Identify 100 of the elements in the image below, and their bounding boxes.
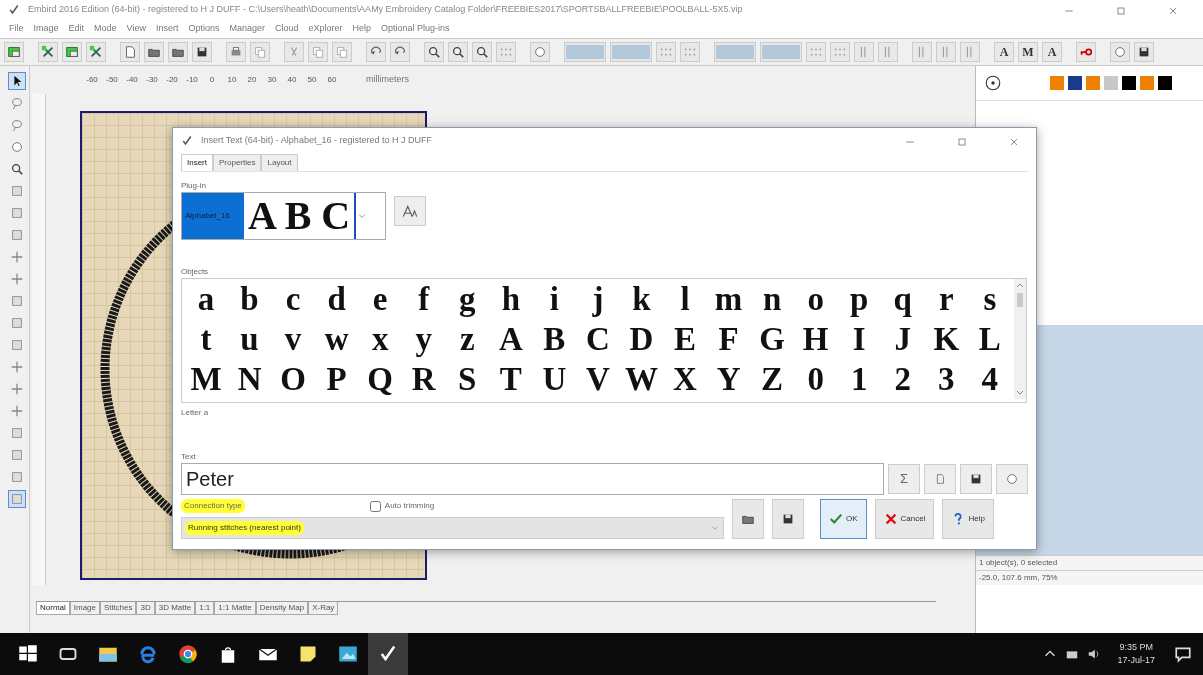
menu-item[interactable]: eXplorer: [303, 22, 348, 36]
font-button[interactable]: [394, 196, 426, 226]
toolbar-button[interactable]: [38, 42, 58, 62]
glyph-item[interactable]: E: [665, 319, 705, 359]
toolbar-button[interactable]: [144, 42, 164, 62]
glyph-item[interactable]: G: [752, 319, 793, 359]
toolbar-button[interactable]: [62, 42, 82, 62]
thread-color-swatch[interactable]: [1104, 76, 1118, 90]
glyph-item[interactable]: r: [926, 279, 967, 319]
toolbar-button[interactable]: [448, 42, 468, 62]
menu-item[interactable]: View: [121, 22, 151, 36]
glyph-item[interactable]: I: [839, 319, 880, 359]
menu-item[interactable]: File: [4, 22, 29, 36]
glyph-item[interactable]: c: [273, 279, 314, 319]
text-input-field[interactable]: Peter: [181, 463, 884, 495]
glyph-item[interactable]: f: [403, 279, 444, 319]
help-button[interactable]: Help: [942, 499, 994, 539]
menu-item[interactable]: Insert: [150, 22, 184, 36]
glyph-item[interactable]: y: [403, 319, 444, 359]
open-button[interactable]: [732, 499, 764, 539]
glyph-item[interactable]: T: [490, 359, 531, 399]
toolbar-button[interactable]: [424, 42, 444, 62]
scrollbar[interactable]: [1014, 279, 1026, 399]
glyph-item[interactable]: 2: [882, 359, 923, 399]
glyph-item[interactable]: P: [316, 359, 357, 399]
thread-color-swatch[interactable]: [1122, 76, 1136, 90]
sum-button[interactable]: Σ: [888, 464, 920, 494]
glyph-item[interactable]: K: [926, 319, 967, 359]
toolbar-button[interactable]: [192, 42, 212, 62]
glyph-item[interactable]: S: [447, 359, 488, 399]
glyph-item[interactable]: d: [316, 279, 357, 319]
view-tab[interactable]: 1:1 Matte: [214, 602, 256, 615]
toolbar-button[interactable]: [120, 42, 140, 62]
glyph-item[interactable]: C: [577, 319, 618, 359]
glyph-item[interactable]: v: [273, 319, 314, 359]
glyph-item[interactable]: Q: [360, 359, 401, 399]
menu-item[interactable]: Optional Plug-ins: [376, 22, 455, 36]
glyph-item[interactable]: Z: [752, 359, 793, 399]
glyph-item[interactable]: u: [229, 319, 270, 359]
save-button[interactable]: [772, 499, 804, 539]
view-tab[interactable]: 1:1: [195, 602, 215, 615]
glyph-item[interactable]: w: [316, 319, 357, 359]
glyph-item[interactable]: h: [490, 279, 531, 319]
glyph-item[interactable]: Y: [708, 359, 749, 399]
dialog-tab[interactable]: Insert: [181, 154, 213, 171]
glyph-item[interactable]: F: [708, 319, 749, 359]
cancel-button[interactable]: Cancel: [874, 499, 935, 539]
glyph-item[interactable]: x: [360, 319, 401, 359]
view-tab[interactable]: Image: [69, 602, 100, 615]
toolbar-button[interactable]: [86, 42, 106, 62]
glyph-item[interactable]: z: [447, 319, 488, 359]
toolbar-button[interactable]: [1134, 42, 1154, 62]
plugin-dropdown[interactable]: Alphabet_16 A B C: [181, 192, 386, 240]
menu-item[interactable]: Options: [183, 22, 225, 36]
glyph-item[interactable]: N: [229, 359, 270, 399]
glyph-item[interactable]: 0: [795, 359, 836, 399]
menu-item[interactable]: Help: [347, 22, 377, 36]
glyph-item[interactable]: 4: [969, 359, 1010, 399]
view-tab[interactable]: Density Map: [255, 602, 309, 615]
glyph-item[interactable]: W: [621, 359, 662, 399]
glyph-item[interactable]: n: [752, 279, 793, 319]
glyph-item[interactable]: l: [665, 279, 705, 319]
menu-item[interactable]: Edit: [63, 22, 90, 36]
glyph-item[interactable]: A: [490, 319, 531, 359]
text-tool-button[interactable]: A: [994, 42, 1014, 62]
glyph-item[interactable]: p: [839, 279, 880, 319]
text-tool-button[interactable]: A: [1042, 42, 1062, 62]
text-tool-button[interactable]: M: [1018, 42, 1038, 62]
glyph-item[interactable]: 1: [839, 359, 880, 399]
glyph-item[interactable]: R: [403, 359, 444, 399]
view-tab[interactable]: Stitches: [100, 602, 137, 615]
glyph-item[interactable]: J: [882, 319, 923, 359]
view-tab[interactable]: X-Ray: [308, 602, 339, 615]
toolbar-button[interactable]: [472, 42, 492, 62]
glyph-item[interactable]: X: [665, 359, 705, 399]
glyph-item[interactable]: D: [621, 319, 662, 359]
glyph-item[interactable]: o: [795, 279, 836, 319]
tool-button[interactable]: [8, 72, 26, 90]
glyph-item[interactable]: e: [360, 279, 401, 319]
glyph-item[interactable]: k: [621, 279, 662, 319]
connection-type-dropdown[interactable]: Running stitches (nearest point): [181, 517, 724, 539]
glyph-item[interactable]: a: [186, 279, 226, 319]
tool-button[interactable]: [960, 464, 992, 494]
dialog-tab[interactable]: Layout: [261, 154, 298, 171]
toolbar-button[interactable]: [1076, 42, 1096, 62]
glyph-item[interactable]: L: [969, 319, 1010, 359]
glyph-item[interactable]: j: [577, 279, 618, 319]
thread-color-swatch[interactable]: [1086, 76, 1100, 90]
menu-item[interactable]: Cloud: [270, 22, 304, 36]
glyph-item[interactable]: 3: [926, 359, 967, 399]
glyph-item[interactable]: i: [534, 279, 575, 319]
glyph-item[interactable]: O: [273, 359, 314, 399]
glyph-item[interactable]: q: [882, 279, 923, 319]
glyph-item[interactable]: m: [708, 279, 749, 319]
view-tab[interactable]: 3D: [136, 602, 155, 615]
view-tab[interactable]: 3D Matte: [154, 602, 196, 615]
toolbar-button[interactable]: [168, 42, 188, 62]
glyph-item[interactable]: U: [534, 359, 575, 399]
glyph-item[interactable]: t: [186, 319, 226, 359]
thread-color-swatch[interactable]: [1068, 76, 1082, 90]
